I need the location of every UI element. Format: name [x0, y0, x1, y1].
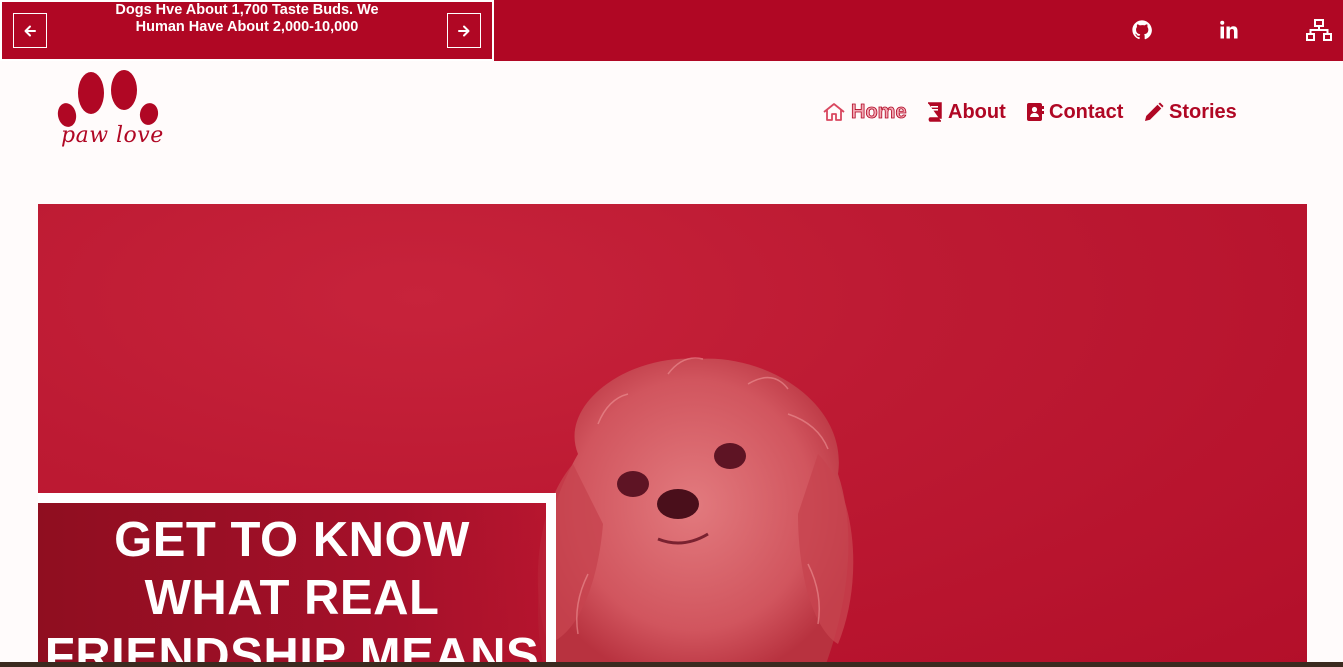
ticker-next-button[interactable] [447, 13, 481, 48]
linkedin-link[interactable] [1214, 16, 1244, 44]
hero-headline: GET TO KNOW WHAT REAL FRIENDSHIP MEANS [44, 513, 540, 667]
hero-headline-card: GET TO KNOW WHAT REAL FRIENDSHIP MEANS [38, 493, 556, 667]
logo-text: paw love [61, 123, 164, 148]
ticker-prev-button[interactable] [13, 13, 47, 48]
nav-contact-label: Contact [1049, 100, 1124, 123]
arrow-right-icon [458, 25, 470, 36]
fact-ticker: Dogs Hve About 1,700 Taste Buds. We Huma… [0, 0, 494, 61]
nav-home-label: Home [851, 100, 907, 123]
nav-stories[interactable]: Stories [1143, 99, 1237, 125]
nav-home[interactable]: Home [822, 99, 907, 125]
dog-photo [537, 357, 854, 667]
sitemap-icon [1306, 19, 1332, 41]
home-icon [823, 103, 845, 121]
nav-stories-label: Stories [1169, 100, 1237, 123]
paw-logo-icon [57, 70, 159, 127]
nav-about[interactable]: About [926, 99, 1006, 125]
ticker-text: Dogs Hve About 1,700 Taste Buds. We Huma… [115, 2, 379, 35]
arrow-left-icon [24, 25, 36, 36]
page-bottom-edge [0, 662, 1343, 667]
pencil-icon [1145, 102, 1164, 121]
book-icon [928, 102, 942, 122]
github-link[interactable] [1127, 16, 1157, 44]
nav-contact[interactable]: Contact [1026, 99, 1123, 125]
linkedin-icon [1220, 20, 1238, 39]
sitemap-link[interactable] [1304, 16, 1334, 44]
github-icon [1132, 20, 1152, 40]
nav-about-label: About [948, 100, 1006, 123]
top-bar: Dogs Hve About 1,700 Taste Buds. We Huma… [0, 0, 1343, 61]
address-book-icon [1027, 103, 1044, 121]
